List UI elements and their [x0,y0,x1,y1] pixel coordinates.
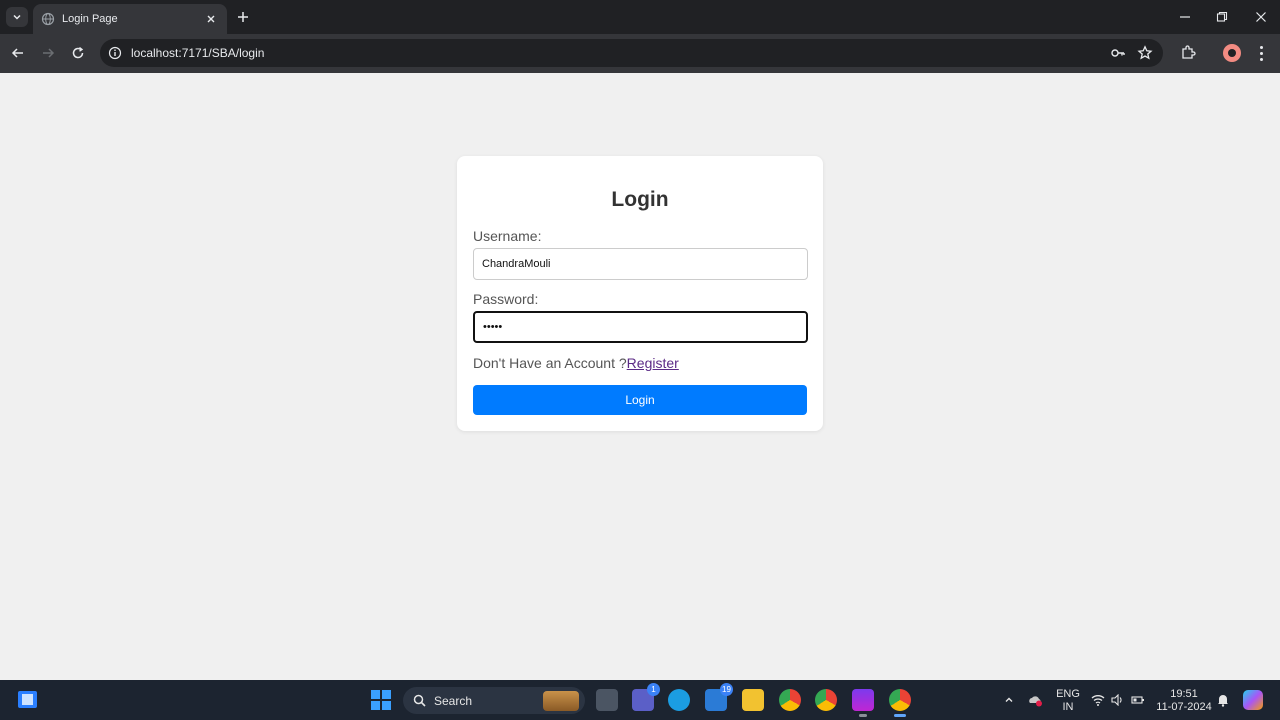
browser-toolbar: localhost:7171/SBA/login [0,34,1280,73]
info-icon[interactable] [108,46,122,60]
register-prompt: Don't Have an Account ?Register [473,355,679,371]
tab-search-button[interactable] [6,7,28,27]
plus-icon [238,12,248,22]
copilot-icon[interactable] [1243,690,1263,710]
back-button[interactable] [8,43,28,63]
globe-icon [41,12,55,26]
arrow-left-icon [11,48,23,58]
login-card: Login Username: ChandraMouli Password: •… [457,156,823,431]
avatar-icon [1228,49,1236,57]
running-indicator [859,714,867,717]
start-button[interactable] [371,690,391,710]
clock-time: 19:51 [1170,688,1198,700]
extensions-icon[interactable] [1179,44,1197,62]
reload-icon [72,46,84,59]
login-button[interactable]: Login [473,385,807,415]
chrome-icon[interactable] [779,689,801,711]
forward-button[interactable] [38,43,58,63]
teams-icon[interactable]: 1 [632,683,660,711]
url-text: localhost:7171/SBA/login [131,46,265,60]
page-title: Login [611,188,669,211]
widgets-icon[interactable] [18,691,37,708]
close-window-button[interactable] [1252,8,1270,26]
clock-date: 11-07-2024 [1156,701,1212,713]
password-value: ••••• [483,321,503,333]
key-icon[interactable] [1110,45,1126,61]
more-menu-icon[interactable] [1254,44,1268,62]
notification-bell-icon[interactable] [1215,692,1231,708]
reload-button[interactable] [68,43,88,63]
taskbar-search-label: Search [434,693,473,708]
file-explorer-icon[interactable] [742,689,764,711]
password-field[interactable]: ••••• [473,311,808,343]
browser-tab[interactable]: Login Page [33,4,227,34]
minimize-icon [1180,16,1190,18]
address-bar[interactable]: localhost:7171/SBA/login [100,39,1163,67]
language-top: ENG [1056,688,1080,700]
username-label: Username: [473,228,542,244]
taskbar-search[interactable]: Search [403,687,585,714]
tab-title: Login Page [62,13,118,25]
password-label: Password: [473,291,539,307]
chevron-up-icon[interactable] [1001,692,1017,708]
username-value: ChandraMouli [482,258,551,270]
volume-icon[interactable] [1110,692,1126,708]
teams-badge: 1 [647,683,660,696]
wifi-icon[interactable] [1090,692,1106,708]
register-link[interactable]: Register [627,355,679,371]
eclipse-icon[interactable] [852,689,874,717]
onedrive-icon[interactable] [1027,692,1043,708]
restore-icon [1216,11,1228,22]
username-field[interactable]: ChandraMouli [473,248,808,280]
task-view-icon[interactable] [596,689,618,711]
profile-avatar[interactable] [1223,44,1241,62]
taskbar: Search 1 19 ENG IN 19:51 11-07-2024 [0,680,1280,720]
chrome-active-icon[interactable] [889,689,911,717]
search-icon [413,694,426,707]
arrow-right-icon [43,48,55,58]
mail-badge: 19 [720,683,733,696]
browser-tabstrip: Login Page [0,0,1280,34]
mail-icon[interactable]: 19 [705,683,733,711]
search-highlight-image [543,691,579,711]
register-prompt-text: Don't Have an Account ? [473,355,627,371]
restore-button[interactable] [1213,8,1231,26]
bookmark-star-icon[interactable] [1137,45,1153,61]
edge-icon[interactable] [668,689,690,711]
language-bottom: IN [1062,701,1074,713]
chevron-down-icon [13,14,21,20]
close-icon [1256,12,1266,22]
language-indicator[interactable]: ENG IN [1055,688,1081,714]
new-tab-button[interactable] [234,8,252,26]
chrome-canary-icon[interactable] [815,689,837,711]
clock[interactable]: 19:51 11-07-2024 [1156,688,1212,714]
battery-icon[interactable] [1130,692,1146,708]
minimize-button[interactable] [1176,8,1194,26]
active-indicator [894,714,906,717]
close-icon [207,15,215,23]
tab-close-button[interactable] [203,11,219,27]
